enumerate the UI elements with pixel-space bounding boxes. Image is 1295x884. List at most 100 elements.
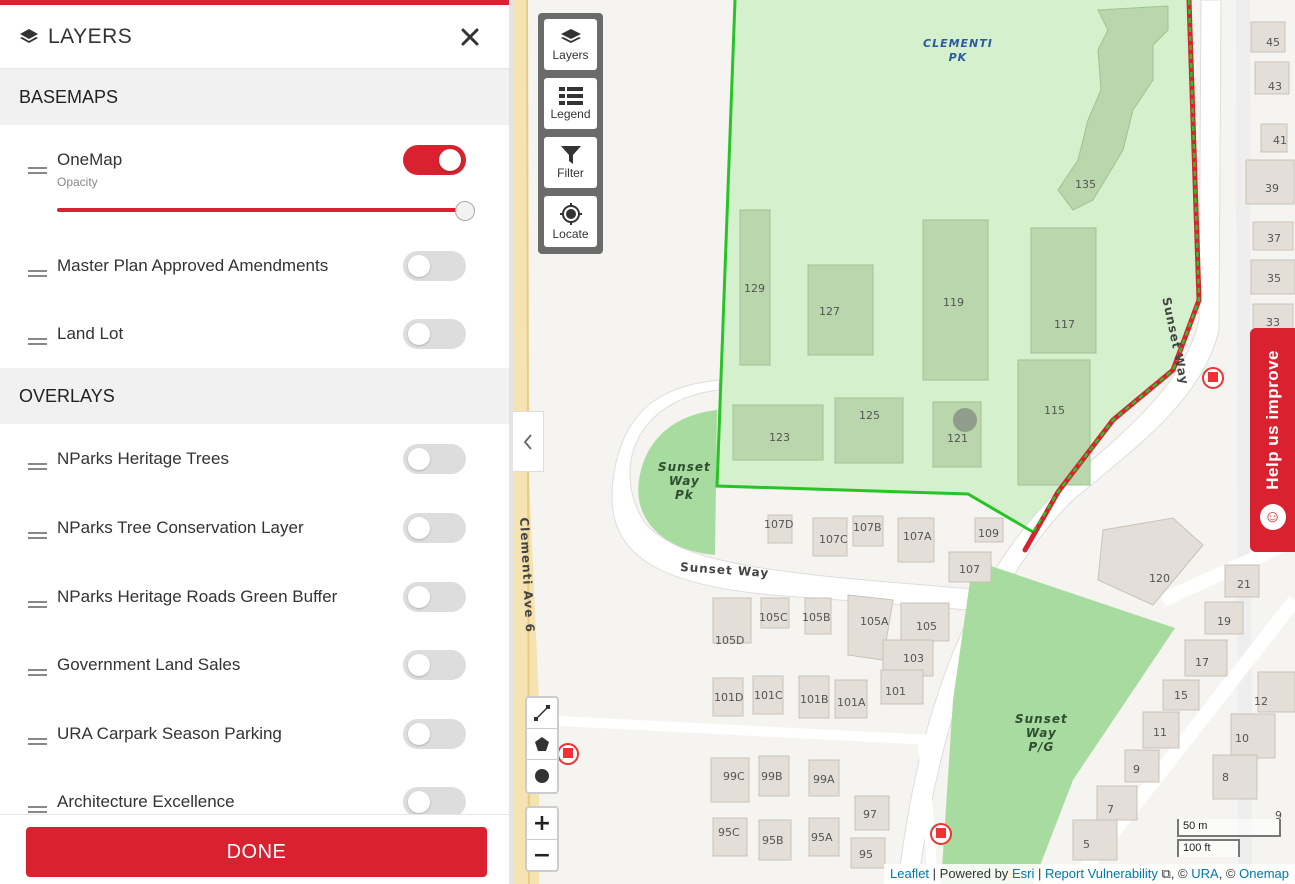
filter-control-button[interactable]: Filter	[544, 137, 597, 188]
layer-toggle[interactable]	[403, 251, 466, 281]
layers-panel: LAYERS BASEMAPS OneMap Opacity Master Pl…	[0, 0, 513, 884]
block-number-label: 107B	[853, 521, 882, 534]
draw-circle-button[interactable]	[527, 760, 557, 791]
block-number-label: 117	[1054, 318, 1075, 331]
draw-polygon-button[interactable]	[527, 729, 557, 760]
layer-row: Master Plan Approved Amendments	[0, 232, 509, 300]
block-number-label: 107D	[764, 518, 794, 531]
block-number-label: 107C	[819, 533, 848, 546]
esri-link[interactable]: Esri	[1012, 866, 1034, 881]
panel-header: LAYERS	[0, 5, 509, 69]
block-number-label: 105A	[860, 615, 889, 628]
layer-toggle[interactable]	[403, 581, 466, 612]
collapse-sidebar-button[interactable]	[513, 411, 544, 472]
panel-footer: DONE	[0, 814, 509, 884]
layers-icon	[20, 28, 38, 43]
drag-handle-icon[interactable]	[28, 338, 47, 347]
help-tab-label: Help us improve	[1262, 350, 1282, 490]
help-us-improve-tab[interactable]: Help us improve ☺	[1250, 328, 1295, 552]
layer-row: NParks Heritage Roads Green Buffer	[0, 562, 509, 631]
layer-toggle[interactable]	[403, 718, 466, 749]
basemaps-heading: BASEMAPS	[0, 69, 509, 125]
block-number-label: 41	[1273, 134, 1287, 147]
ura-link[interactable]: URA	[1191, 866, 1218, 881]
layer-toggle[interactable]	[403, 319, 466, 349]
basemap	[513, 0, 1295, 884]
drag-handle-icon[interactable]	[28, 532, 47, 541]
zoom-in-button[interactable]: +	[527, 808, 557, 839]
block-number-label: 37	[1267, 232, 1281, 245]
filter-control-label: Filter	[557, 165, 584, 180]
drag-handle-icon[interactable]	[28, 167, 47, 176]
map-control-stack: Layers Legend Filter Locate	[538, 13, 603, 254]
block-number-label: 7	[1107, 803, 1114, 816]
external-link-icon: ⧉	[1161, 866, 1171, 881]
layer-label: Government Land Sales	[57, 655, 241, 675]
layer-label: NParks Tree Conservation Layer	[57, 518, 304, 537]
block-number-label: 101C	[754, 689, 783, 702]
map-attribution: Leaflet | Powered by Esri | Report Vulne…	[884, 864, 1295, 884]
block-number-label: 105D	[715, 634, 745, 647]
layer-toggle-onemap[interactable]	[403, 145, 466, 175]
block-number-label: 95B	[762, 834, 784, 847]
done-button[interactable]: DONE	[26, 827, 487, 877]
block-number-label: 123	[769, 431, 790, 444]
close-panel-button[interactable]	[460, 27, 480, 52]
block-number-label: 39	[1265, 182, 1279, 195]
layer-row: URA Carpark Season Parking	[0, 699, 509, 768]
layer-label: Land Lot	[57, 324, 124, 343]
block-number-label: 45	[1266, 36, 1280, 49]
block-number-label: 35	[1267, 272, 1281, 285]
layer-row: NParks Heritage Trees	[0, 424, 509, 493]
layers-icon	[560, 28, 581, 43]
block-number-label: 101D	[714, 691, 744, 704]
layer-toggle[interactable]	[403, 444, 466, 474]
layer-toggle[interactable]	[403, 650, 466, 681]
drag-handle-icon[interactable]	[28, 669, 47, 678]
layer-toggle[interactable]	[403, 787, 466, 818]
block-number-label: 95	[859, 848, 873, 861]
draw-line-button[interactable]	[527, 698, 557, 729]
drag-handle-icon[interactable]	[28, 463, 47, 472]
block-number-label: 10	[1235, 732, 1249, 745]
layer-label: Architecture Excellence	[57, 792, 235, 812]
map-view[interactable]: CLEMENTI PK Sunset Way Pk Sunset Way P/G Suns…	[513, 0, 1295, 884]
panel-title: LAYERS	[48, 24, 133, 48]
opacity-slider-thumb[interactable]	[455, 201, 475, 221]
zoom-control: + −	[525, 806, 559, 872]
zoom-out-button[interactable]: −	[527, 839, 557, 870]
drag-handle-icon[interactable]	[28, 737, 47, 747]
polygon-icon	[535, 737, 549, 751]
layer-row: Land Lot	[0, 300, 509, 368]
block-number-label: 15	[1174, 689, 1188, 702]
layers-control-button[interactable]: Layers	[544, 19, 597, 70]
onemap-link[interactable]: Onemap	[1239, 866, 1289, 881]
park-label-sunset-way-pg: Sunset Way P/G	[1015, 712, 1068, 754]
block-number-label: 107A	[903, 530, 932, 543]
layer-label: URA Carpark Season Parking	[57, 723, 282, 743]
layer-row: NParks Tree Conservation Layer	[0, 493, 509, 562]
locate-icon	[559, 202, 582, 225]
map-scale: 50 m 100 ft	[1177, 819, 1281, 857]
filter-icon	[560, 145, 581, 164]
report-vulnerability-link[interactable]: Report Vulnerability	[1045, 866, 1158, 881]
block-number-label: 9	[1133, 763, 1140, 776]
drag-handle-icon[interactable]	[28, 270, 47, 279]
drag-handle-icon[interactable]	[28, 600, 47, 610]
block-number-label: 125	[859, 409, 880, 422]
leaflet-link[interactable]: Leaflet	[890, 866, 929, 881]
legend-control-button[interactable]: Legend	[544, 78, 597, 129]
block-number-label: 99C	[723, 770, 745, 783]
opacity-slider[interactable]	[57, 201, 475, 221]
block-number-label: 99A	[813, 773, 835, 786]
block-number-label: 119	[943, 296, 964, 309]
scale-imperial: 100 ft	[1177, 839, 1240, 857]
block-number-label: 99B	[761, 770, 783, 783]
block-number-label: 115	[1044, 404, 1065, 417]
locate-control-button[interactable]: Locate	[544, 196, 597, 247]
block-number-label: 105B	[802, 611, 831, 624]
layer-label: NParks Heritage Trees	[57, 449, 229, 468]
layer-toggle[interactable]	[403, 513, 466, 543]
scale-metric: 50 m	[1177, 819, 1281, 837]
block-number-label: 107	[959, 563, 980, 576]
